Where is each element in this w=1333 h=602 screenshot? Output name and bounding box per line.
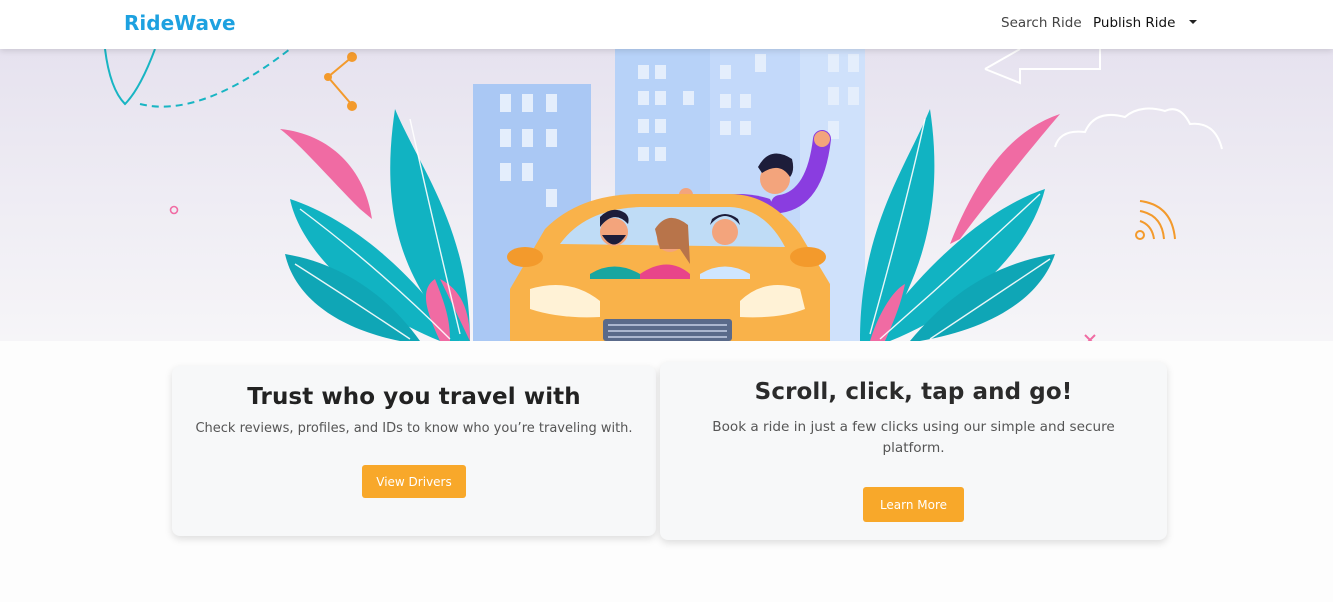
booking-card: Scroll, click, tap and go! Book a ride i…	[660, 362, 1167, 540]
caret-down-icon[interactable]	[1186, 14, 1200, 28]
brand-logo[interactable]: RideWave	[124, 11, 236, 35]
booking-card-text: Book a ride in just a few clicks using o…	[712, 419, 1115, 456]
nav-publish-ride[interactable]: Publish Ride	[1093, 15, 1175, 31]
view-drivers-button[interactable]: View Drivers	[362, 465, 466, 498]
nav-search-ride[interactable]: Search Ride	[1001, 15, 1082, 31]
navbar: RideWave Search Ride Publish Ride	[0, 0, 1333, 49]
friends-in-car-illustration	[104, 49, 1223, 341]
hero-banner	[0, 49, 1333, 341]
trust-card-title: Trust who you travel with	[247, 384, 581, 410]
learn-more-button[interactable]: Learn More	[863, 487, 964, 522]
trust-card: Trust who you travel with Check reviews,…	[172, 366, 656, 536]
booking-card-title: Scroll, click, tap and go!	[754, 379, 1073, 405]
trust-card-text: Check reviews, profiles, and IDs to know…	[195, 421, 633, 436]
